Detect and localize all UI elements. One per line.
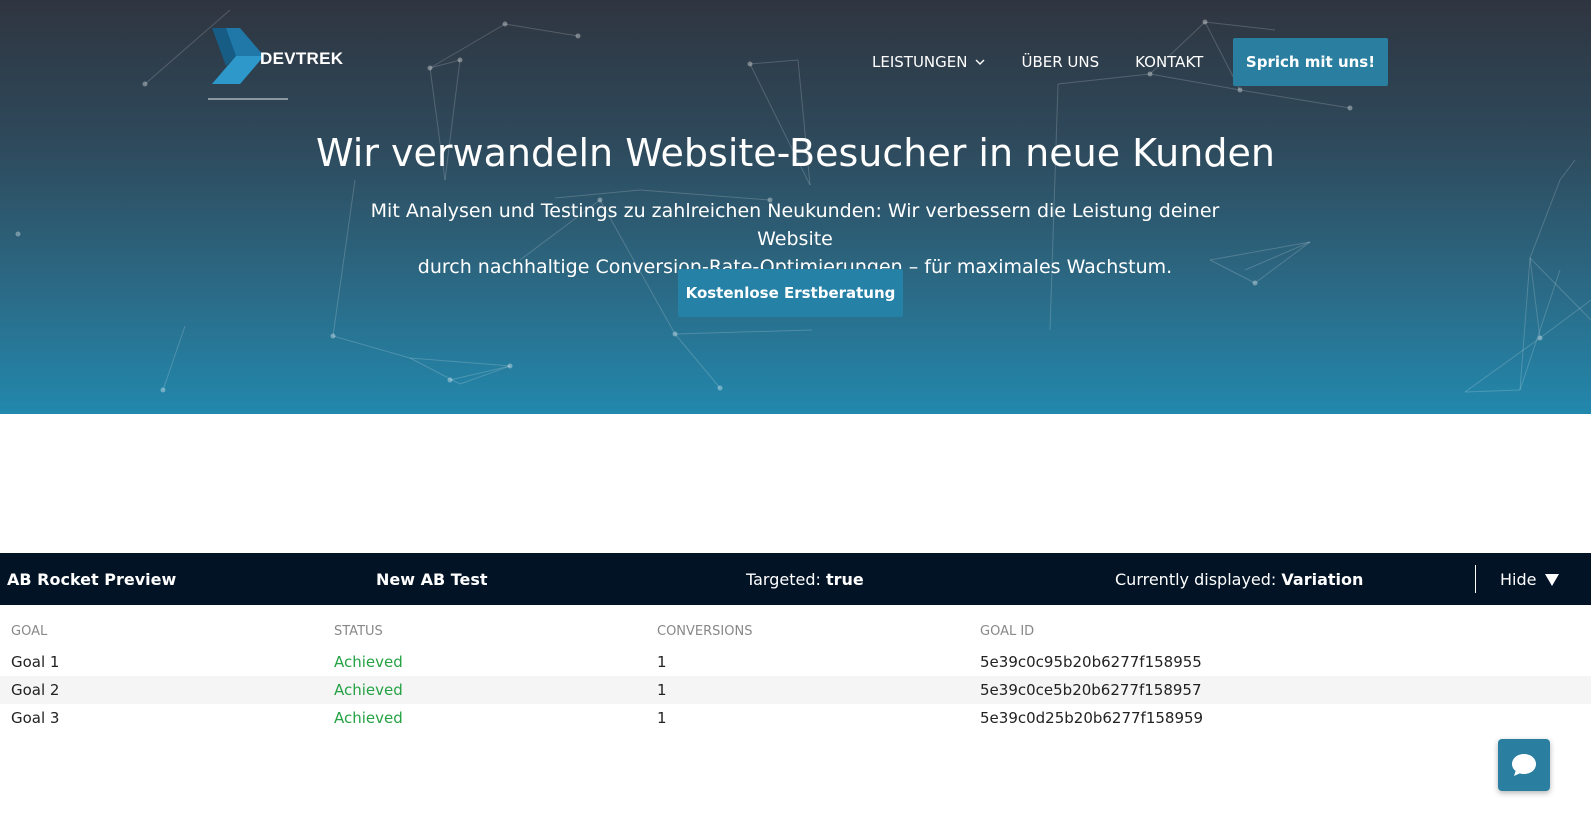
column-header-goal: GOAL [11, 624, 48, 639]
goal-conversions: 1 [657, 709, 667, 727]
hero-subtitle-line: Mit Analysen und Testings zu zahlreichen… [370, 200, 1220, 250]
chat-bubble-icon [1512, 754, 1536, 776]
goal-id: 5e39c0c95b20b6277f158955 [980, 653, 1202, 671]
nav-item-ueber-uns[interactable]: ÜBER UNS [1021, 53, 1099, 71]
nav-item-label: LEISTUNGEN [872, 53, 968, 71]
nav-item-label: KONTAKT [1135, 53, 1204, 71]
hero-title: Wir verwandeln Website-Besucher in neue … [316, 131, 1275, 175]
goals-table: GOAL STATUS CONVERSIONS GOAL ID Goal 1 A… [0, 620, 1591, 732]
goal-conversions: 1 [657, 681, 667, 699]
free-consultation-button[interactable]: Kostenlose Erstberatung [678, 269, 903, 317]
hide-label: Hide [1500, 570, 1537, 589]
table-header-row: GOAL STATUS CONVERSIONS GOAL ID [0, 620, 1591, 648]
currently-displayed-status: Currently displayed: Variation [1115, 570, 1363, 589]
goal-status: Achieved [334, 709, 403, 727]
goal-id: 5e39c0d25b20b6277f158959 [980, 709, 1204, 727]
brand-name[interactable]: DEVTREK [260, 49, 343, 69]
goal-id: 5e39c0ce5b20b6277f158957 [980, 681, 1202, 699]
goal-name: Goal 2 [11, 681, 60, 699]
goal-status: Achieved [334, 653, 403, 671]
nav-item-label: ÜBER UNS [1021, 53, 1100, 71]
nav-item-leistungen[interactable]: LEISTUNGEN [872, 53, 985, 71]
ab-test-name: New AB Test [376, 570, 488, 589]
triangle-down-icon [1544, 574, 1559, 586]
targeted-label: Targeted: [746, 570, 821, 589]
contact-cta-button[interactable]: Sprich mit uns! [1233, 38, 1388, 86]
main-nav: LEISTUNGEN ÜBER UNS KONTAKT [872, 38, 1239, 86]
column-header-conversions: CONVERSIONS [657, 624, 753, 639]
chat-button[interactable] [1498, 739, 1550, 791]
column-header-status: STATUS [334, 624, 383, 639]
ab-bar-divider [1475, 565, 1476, 593]
column-header-goal-id: GOAL ID [980, 624, 1035, 639]
table-row: Goal 3 Achieved 1 5e39c0d25b20b6277f1589… [0, 704, 1591, 732]
goal-name: Goal 3 [11, 709, 60, 727]
goal-status: Achieved [334, 681, 403, 699]
targeted-value: true [825, 570, 864, 589]
goal-conversions: 1 [657, 653, 667, 671]
displayed-value: Variation [1281, 570, 1364, 589]
hide-button[interactable]: Hide [1500, 570, 1559, 589]
table-row: Goal 1 Achieved 1 5e39c0c95b20b6277f1589… [0, 648, 1591, 676]
goal-name: Goal 1 [11, 653, 60, 671]
logo-underline [208, 98, 288, 100]
chevron-down-icon [975, 59, 985, 65]
hero-section: DEVTREK LEISTUNGEN ÜBER UNS KONTAKT Spri… [0, 0, 1591, 414]
nav-item-kontakt[interactable]: KONTAKT [1135, 53, 1203, 71]
ab-bar-title: AB Rocket Preview [7, 570, 177, 589]
targeted-status: Targeted: true [746, 570, 864, 589]
ab-rocket-preview-bar: AB Rocket Preview New AB Test Targeted: … [0, 553, 1591, 605]
displayed-label: Currently displayed: [1115, 570, 1277, 589]
table-row: Goal 2 Achieved 1 5e39c0ce5b20b6277f1589… [0, 676, 1591, 704]
